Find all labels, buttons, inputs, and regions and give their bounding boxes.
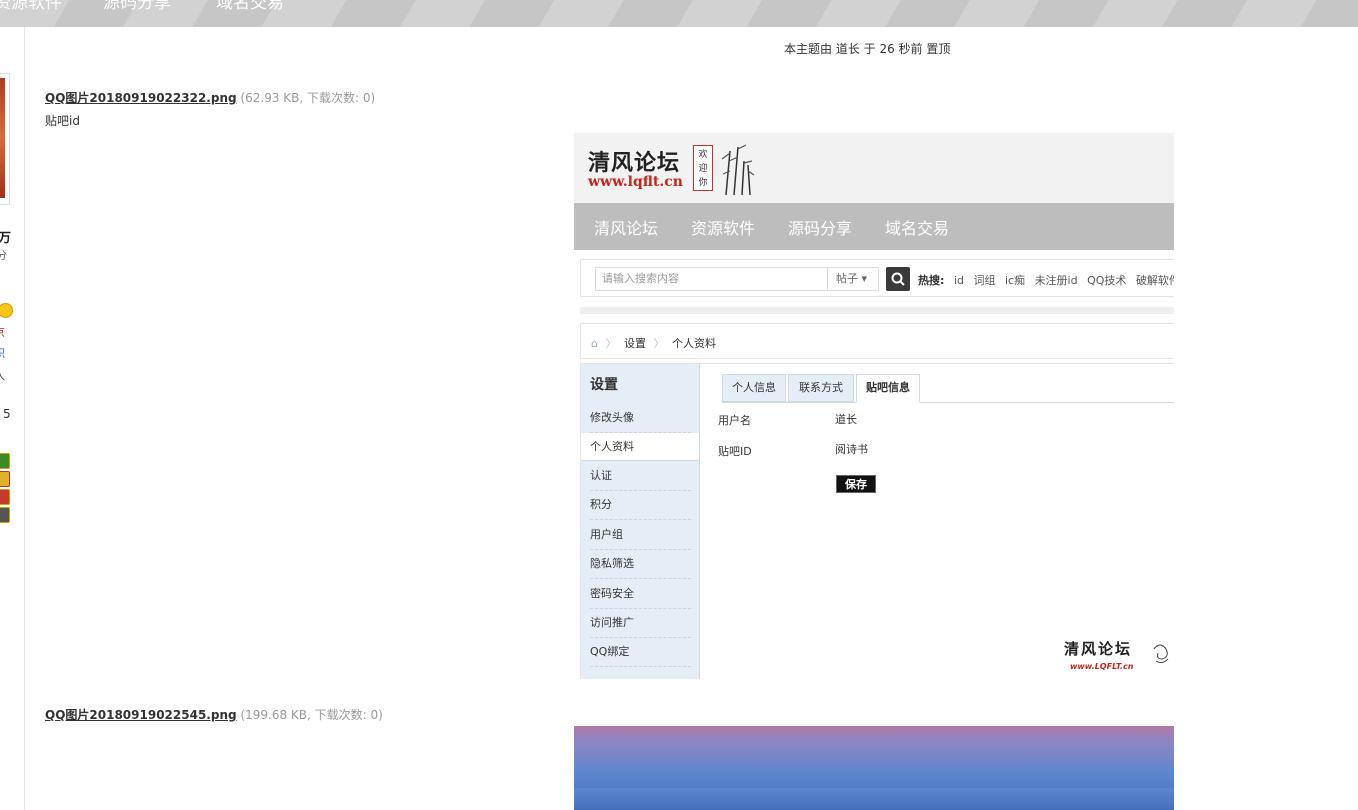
embedded-nav-item[interactable]: 资源软件 [691,215,755,239]
chevron-right-icon: 〉 [605,337,617,350]
tab-tieba-info[interactable]: 贴吧信息 [856,374,920,403]
hot-word[interactable]: 未注册id [1035,274,1078,287]
sidebar-item-promotion[interactable]: 访问推广 [590,609,691,638]
author-name-fragment[interactable]: 万 [0,227,11,246]
medal-icon [0,489,10,505]
embedded-watermark: 清风论坛 [1064,640,1133,658]
seal-char: 你 [698,178,708,188]
chevron-right-icon: 〉 [653,337,665,350]
tab-divider [722,402,1174,403]
tab-personal-info[interactable]: 个人信息 [722,374,786,402]
author-info-fragment[interactable]: 京 [0,324,5,340]
hot-word[interactable]: 词组 [973,274,995,287]
medal-icon [0,471,10,487]
seal-char: 欢 [698,150,708,160]
author-info-fragment-3: 人 [0,367,5,383]
swirl-icon [1153,644,1169,664]
embedded-nav-item[interactable]: 源码分享 [788,215,852,239]
embedded-search-button[interactable] [886,267,910,291]
embedded-hot-searches: 热搜: id 词组 ic痴 未注册id QQ技术 破解软件 [918,272,1174,288]
avatar-image [0,78,5,198]
embedded-watermark-url: www.LQFLT.cn [1070,662,1134,671]
sidebar-item-usergroup[interactable]: 用户组 [590,521,691,550]
author-column: 万 分 京 积 人 5 [0,27,25,810]
landscape-ridge [574,788,1174,810]
save-button[interactable]: 保存 [836,475,876,493]
attachment-info: QQ图片20180919022322.png (62.93 KB, 下载次数: … [45,89,375,106]
sidebar-item-profile[interactable]: 个人资料 [581,433,699,461]
separator [580,307,1174,314]
embedded-breadcrumb: ⌂ 〉 设置 〉 个人资料 [580,323,1174,359]
sidebar-item-qq-bind[interactable]: QQ绑定 [590,638,691,667]
home-icon[interactable]: ⌂ [591,337,598,350]
tab-contact[interactable]: 联系方式 [788,374,854,402]
bamboo-icon [721,144,755,195]
sidebar-title: 设置 [590,377,618,393]
embedded-logo-url: www.lqflt.cn [588,174,683,190]
author-stat-fragment: 分 [0,247,7,263]
sidebar-item-privacy[interactable]: 隐私筛选 [590,550,691,579]
tieba-id-value: 阅诗书 [835,443,868,456]
topic-sticky-note: 本主题由 道长 于 26 秒前 置顶 [784,42,951,56]
tieba-id-label: 贴吧ID [718,445,752,458]
breadcrumb-item[interactable]: 设置 [624,337,646,350]
username-label: 用户名 [718,414,751,427]
medal-icon [0,453,10,469]
attachment-image[interactable]: 清风论坛 www.lqflt.cn 欢 迎 你 清风论坛 资源软件 源码分享 域… [574,133,1174,679]
smile-icon [0,303,13,318]
hot-word[interactable]: id [954,274,964,287]
embedded-search-bar: 请输入搜索内容 帖子 ▾ 热搜: id 词组 ic痴 未注册id QQ技术 破解… [580,259,1174,297]
embedded-nav-item[interactable]: 清风论坛 [594,215,658,239]
attachment-info: QQ图片20180919022545.png (199.68 KB, 下载次数:… [45,706,383,723]
embedded-nav-item[interactable]: 域名交易 [885,215,949,239]
embedded-banner: 清风论坛 www.lqflt.cn 欢 迎 你 [574,133,1174,203]
search-icon [891,272,905,286]
hot-word[interactable]: 破解软件 [1136,274,1174,287]
hot-word[interactable]: ic痴 [1005,274,1025,287]
embedded-settings-panel: 设置 修改头像 个人资料 认证 积分 用户组 隐私筛选 密码安全 访问推广 QQ… [580,363,1174,679]
embedded-nav: 清风论坛 资源软件 源码分享 域名交易 [574,203,1174,250]
nav-item-domain-trade[interactable]: 域名交易 [216,0,284,13]
hot-label: 热搜: [918,274,945,287]
attachment-description: 贴吧id [45,114,80,128]
attachment-link[interactable]: QQ图片20180919022545.png [45,708,237,722]
attachment-link[interactable]: QQ图片20180919022322.png [45,91,237,105]
author-level-fragment: 5 [3,407,11,421]
top-nav-bar: 资源软件 源码分享 域名交易 [0,0,1358,27]
sidebar-item-password[interactable]: 密码安全 [590,580,691,609]
seal-char: 迎 [698,164,708,174]
breadcrumb-item[interactable]: 个人资料 [672,337,716,350]
sidebar-item-verify[interactable]: 认证 [590,462,691,491]
attachment-meta: (62.93 KB, 下载次数: 0) [240,91,376,105]
attachment-meta: (199.68 KB, 下载次数: 0) [240,708,383,722]
author-info-fragment-2[interactable]: 积 [0,345,5,361]
sidebar-item-credits[interactable]: 积分 [590,491,691,520]
embedded-search-type[interactable]: 帖子 ▾ [827,267,879,291]
embedded-settings-sidebar: 设置 修改头像 个人资料 认证 积分 用户组 隐私筛选 密码安全 访问推广 QQ… [581,364,700,679]
embedded-logo-seal: 欢 迎 你 [693,145,713,191]
nav-item-source-code[interactable]: 源码分享 [103,0,171,13]
medal-icon [0,507,10,523]
embedded-search-input[interactable]: 请输入搜索内容 [595,267,827,291]
avatar[interactable] [0,73,10,205]
hot-word[interactable]: QQ技术 [1087,274,1126,287]
embedded-logo-title: 清风论坛 [588,150,681,176]
attachment-image[interactable] [574,726,1174,810]
sidebar-item-avatar[interactable]: 修改头像 [590,404,691,433]
username-value: 道长 [835,413,857,426]
nav-item-resources[interactable]: 资源软件 [0,0,62,13]
